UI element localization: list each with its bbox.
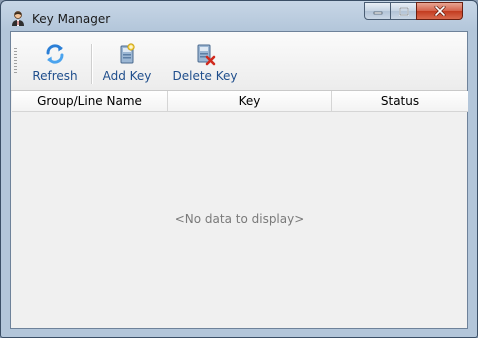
- add-key-label: Add Key: [102, 69, 152, 83]
- delete-key-icon: [197, 44, 216, 66]
- close-button[interactable]: [416, 2, 463, 20]
- user-key-icon: [12, 11, 24, 26]
- maximize-button[interactable]: [390, 2, 417, 20]
- minimize-button[interactable]: [364, 2, 391, 20]
- column-header-group-line-name[interactable]: Group/Line Name: [12, 91, 168, 111]
- client-area: Refresh Add Key Delete Key Group/Line Na…: [10, 31, 468, 329]
- toolbar-grip[interactable]: [14, 48, 17, 74]
- add-key-button[interactable]: Add Key: [99, 40, 155, 86]
- key-manager-window: Key Manager Refresh Add Key Delete Key G…: [0, 0, 478, 338]
- title-bar[interactable]: Key Manager: [1, 1, 477, 31]
- window-title: Key Manager: [32, 12, 111, 26]
- add-key-icon: [120, 43, 135, 64]
- refresh-icon: [46, 44, 64, 64]
- grid-body[interactable]: <No data to display>: [12, 112, 467, 328]
- column-header-status[interactable]: Status: [332, 91, 468, 111]
- column-header-key[interactable]: Key: [168, 91, 332, 111]
- minimize-icon: [373, 11, 382, 15]
- empty-grid-message: <No data to display>: [174, 212, 305, 226]
- delete-key-button[interactable]: Delete Key: [167, 40, 243, 86]
- close-icon: [434, 6, 445, 16]
- toolbar-separator: [91, 44, 93, 84]
- refresh-button[interactable]: Refresh: [29, 40, 81, 86]
- refresh-label: Refresh: [32, 69, 78, 83]
- toolbar: Refresh Add Key Delete Key: [11, 32, 467, 91]
- grid-header: Group/Line Name Key Status: [12, 91, 468, 112]
- maximize-icon: [398, 6, 409, 16]
- delete-key-label: Delete Key: [172, 69, 238, 83]
